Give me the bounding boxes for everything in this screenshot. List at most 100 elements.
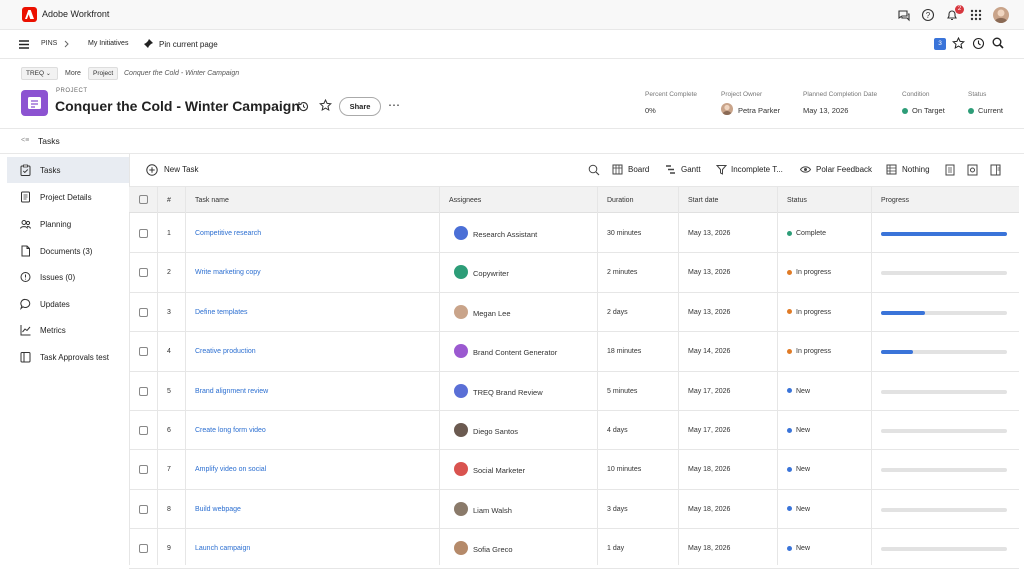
status-cell[interactable]: In progress	[787, 269, 831, 276]
col-header-progress[interactable]: Progress	[881, 197, 909, 204]
assignee-name[interactable]: Megan Lee	[473, 309, 511, 318]
history-icon[interactable]	[297, 100, 310, 113]
pins-count-badge[interactable]: 3	[934, 38, 946, 50]
task-name-link[interactable]: Launch campaign	[195, 545, 250, 552]
feedback-icon[interactable]	[897, 8, 911, 22]
duration-value: 18 minutes	[607, 348, 642, 356]
team-dropdown[interactable]: TREQ ⌄	[21, 67, 58, 80]
user-avatar[interactable]	[993, 7, 1009, 23]
sidebar-item-project-details[interactable]: Project Details	[7, 184, 129, 210]
assignee-name[interactable]: TREQ Brand Review	[473, 388, 543, 397]
app-switcher-icon[interactable]	[969, 8, 983, 22]
status-cell[interactable]: New	[787, 506, 810, 513]
table-row[interactable]: 1 Competitive research Research Assistant 3…	[129, 214, 1019, 254]
status-text: Current	[978, 106, 1004, 115]
table-row[interactable]: 5 Brand alignment review TREQ Brand Review…	[129, 372, 1019, 411]
row-checkbox[interactable]	[139, 465, 148, 475]
collapse-panel-icon[interactable]: <≡	[21, 137, 29, 144]
assignee-name[interactable]: Copywriter	[473, 269, 509, 278]
task-name-link[interactable]: Write marketing copy	[195, 269, 261, 276]
assignee-name[interactable]: Liam Walsh	[473, 506, 512, 515]
people-icon	[20, 220, 31, 229]
board-view-button[interactable]: Board	[628, 165, 649, 174]
col-header-status[interactable]: Status	[787, 197, 807, 204]
task-name-link[interactable]: Create long form video	[195, 427, 266, 434]
sidebar-item-documents[interactable]: Documents (3)	[7, 238, 129, 264]
pins-label[interactable]: PINS	[41, 40, 57, 47]
col-header-assignees[interactable]: Assignees	[449, 197, 481, 204]
row-checkbox[interactable]	[139, 347, 148, 357]
status-cell[interactable]: Complete	[787, 230, 826, 237]
assignee-name[interactable]: Social Marketer	[473, 466, 525, 475]
add-circle-icon[interactable]	[146, 164, 158, 176]
sidebar-item-tasks[interactable]: Tasks	[7, 157, 129, 183]
export-icon[interactable]	[945, 164, 955, 176]
row-checkbox[interactable]	[139, 229, 148, 238]
status-cell[interactable]: New	[787, 545, 810, 552]
task-name-link[interactable]: Define templates	[195, 309, 248, 316]
status-cell[interactable]: New	[787, 427, 810, 434]
new-task-button[interactable]: New Task	[164, 165, 199, 174]
more-options-icon[interactable]: ⋯	[388, 98, 400, 112]
table-row[interactable]: 9 Launch campaign Sofia Greco 1 day May 18, …	[129, 529, 1019, 569]
table-row[interactable]: 7 Amplify video on social Social Marketer 1…	[129, 450, 1019, 490]
search-icon[interactable]	[588, 164, 600, 176]
share-button[interactable]: Share	[339, 97, 381, 116]
project-owner-value[interactable]: Petra Parker	[738, 106, 780, 115]
assignee-name[interactable]: Sofia Greco	[473, 545, 513, 554]
task-name-link[interactable]: Build webpage	[195, 506, 241, 513]
adobe-logo-icon[interactable]	[22, 7, 37, 22]
search-icon[interactable]	[992, 37, 1004, 49]
task-name-link[interactable]: Amplify video on social	[195, 466, 266, 473]
status-cell[interactable]: New	[787, 466, 810, 473]
task-name-link[interactable]: Competitive research	[195, 230, 261, 237]
hamburger-menu-icon[interactable]	[19, 40, 29, 49]
star-icon[interactable]	[952, 37, 965, 50]
help-icon[interactable]: ?	[921, 8, 935, 22]
breadcrumb-project-chip[interactable]: Project	[88, 67, 119, 80]
sidebar-item-updates[interactable]: Updates	[7, 291, 129, 317]
sidebar-item-task-approvals[interactable]: Task Approvals test	[7, 344, 129, 370]
favorite-star-icon[interactable]	[319, 99, 332, 112]
progress-fill	[881, 310, 926, 315]
pin-current-page-button[interactable]: Pin current page	[159, 40, 218, 49]
row-checkbox[interactable]	[139, 504, 148, 514]
row-checkbox[interactable]	[139, 386, 148, 396]
status-cell[interactable]: In progress	[787, 309, 831, 316]
assignee-name[interactable]: Brand Content Generator	[473, 348, 557, 357]
table-row[interactable]: 8 Build webpage Liam Walsh 3 days May 18, 20…	[129, 490, 1019, 530]
grouping-dropdown[interactable]: Nothing	[902, 165, 930, 174]
status-dot	[787, 545, 792, 551]
select-all-checkbox[interactable]	[139, 195, 148, 204]
breadcrumb-more[interactable]: More	[65, 70, 81, 77]
sidebar-item-metrics[interactable]: Metrics	[7, 317, 129, 343]
assignee-name[interactable]: Research Assistant	[473, 230, 537, 239]
col-header-task-name[interactable]: Task name	[195, 197, 229, 204]
row-checkbox[interactable]	[139, 307, 148, 317]
sidebar-item-planning[interactable]: Planning	[7, 211, 129, 237]
row-checkbox[interactable]	[139, 268, 148, 278]
table-row[interactable]: 6 Create long form video Diego Santos 4 day…	[129, 411, 1019, 451]
table-row[interactable]: 4 Creative production Brand Content Genera…	[129, 332, 1019, 372]
settings-icon[interactable]	[967, 164, 978, 176]
gantt-view-button[interactable]: Gantt	[681, 165, 701, 174]
col-header-start-date[interactable]: Start date	[688, 197, 718, 204]
row-checkbox[interactable]	[139, 426, 148, 435]
task-name-link[interactable]: Brand alignment review	[195, 388, 268, 395]
col-header-duration[interactable]: Duration	[607, 197, 633, 204]
my-initiatives-link[interactable]: My Initiatives	[88, 40, 128, 47]
status-cell[interactable]: New	[787, 388, 810, 395]
row-checkbox[interactable]	[139, 544, 148, 554]
panel-icon[interactable]	[990, 164, 1001, 176]
status-cell[interactable]: In progress	[787, 348, 831, 355]
assignee-name[interactable]: Diego Santos	[473, 427, 518, 436]
filter-dropdown[interactable]: Incomplete T...	[731, 165, 783, 174]
table-row[interactable]: 2 Write marketing copy Copywriter 2 minutes…	[129, 253, 1019, 293]
sidebar-item-issues[interactable]: Issues (0)	[7, 264, 129, 290]
pin-icon[interactable]	[143, 38, 154, 49]
task-name-link[interactable]: Creative production	[195, 348, 256, 355]
col-header-num[interactable]: #	[167, 197, 171, 204]
table-row[interactable]: 3 Define templates Megan Lee 2 days May 13, …	[129, 293, 1019, 333]
history-clock-icon[interactable]	[972, 37, 985, 50]
view-dropdown[interactable]: Polar Feedback	[816, 165, 872, 174]
